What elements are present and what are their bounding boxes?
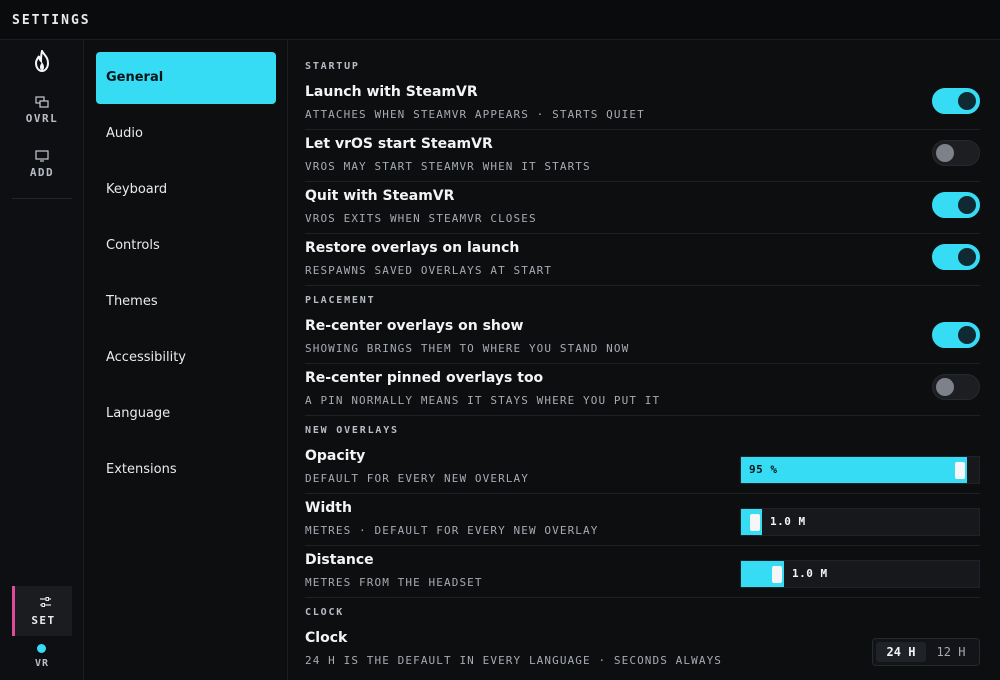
setting-label: Launch with SteamVR — [305, 84, 478, 100]
recenter-on-show-toggle[interactable] — [932, 322, 980, 348]
nav-item-language[interactable]: Language — [96, 388, 276, 440]
toggle-knob — [958, 326, 976, 344]
clock-option-24h[interactable]: 24 H — [876, 642, 926, 662]
setting-label: Quit with SteamVR — [305, 188, 455, 204]
setting-description: METRES · DEFAULT FOR EVERY NEW OVERLAY — [305, 524, 599, 537]
opacity-slider[interactable]: 95 % — [740, 456, 980, 484]
nav-item-keyboard[interactable]: Keyboard — [96, 164, 276, 216]
clock-option-12h[interactable]: 12 H — [926, 642, 976, 662]
setting-label: Re-center overlays on show — [305, 318, 524, 334]
setting-row-width: Width METRES · DEFAULT FOR EVERY NEW OVE… — [305, 494, 980, 546]
settings-content: STARTUP Launch with SteamVR ATTACHES WHE… — [289, 40, 1000, 680]
setting-label: Width — [305, 500, 352, 516]
setting-label: Clock — [305, 630, 348, 646]
setting-label: Restore overlays on launch — [305, 240, 520, 256]
toggle-knob — [936, 144, 954, 162]
settings-nav: General Audio Keyboard Controls Themes A… — [84, 40, 288, 680]
setting-row-quit: Quit with SteamVR VROS EXITS WHEN STEAMV… — [305, 182, 980, 234]
setting-description: VROS MAY START STEAMVR WHEN IT STARTS — [305, 160, 591, 173]
sliders-icon — [40, 597, 51, 607]
setting-row-recenter: Re-center overlays on show SHOWING BRING… — [305, 312, 980, 364]
setting-row-recenter-pinned: Re-center pinned overlays too A PIN NORM… — [305, 364, 980, 416]
slider-thumb[interactable] — [750, 514, 760, 531]
setting-description: RESPAWNS SAVED OVERLAYS AT START — [305, 264, 553, 277]
section-header-new-overlays: NEW OVERLAYS — [305, 425, 399, 436]
nav-item-audio[interactable]: Audio — [96, 108, 276, 160]
slider-thumb[interactable] — [955, 462, 965, 479]
section-header-clock: CLOCK — [305, 607, 345, 618]
title-bar: SETTINGS — [0, 0, 1000, 40]
vr-status-label: VR — [34, 658, 50, 669]
rail-item-overlays[interactable]: OVRL — [0, 96, 84, 125]
width-slider[interactable]: 1.0 M — [740, 508, 980, 536]
setting-label: Re-center pinned overlays too — [305, 370, 544, 386]
vr-status-dot — [37, 644, 46, 653]
slider-value: 95 % — [749, 463, 778, 476]
nav-item-general[interactable]: General — [96, 52, 276, 104]
window-title: SETTINGS — [12, 13, 91, 28]
setting-row-opacity: Opacity DEFAULT FOR EVERY NEW OVERLAY 95… — [305, 442, 980, 494]
toggle-knob — [958, 248, 976, 266]
setting-description: DEFAULT FOR EVERY NEW OVERLAY — [305, 472, 529, 485]
toggle-knob — [958, 196, 976, 214]
distance-slider[interactable]: 1.0 M — [740, 560, 980, 588]
monitor-icon — [35, 150, 49, 162]
setting-label: Distance — [305, 552, 374, 568]
setting-description: SHOWING BRINGS THEM TO WHERE YOU STAND N… — [305, 342, 630, 355]
setting-description: 24 H IS THE DEFAULT IN EVERY LANGUAGE · … — [305, 654, 723, 667]
toggle-knob — [936, 378, 954, 396]
rail-item-add[interactable]: ADD — [0, 150, 84, 179]
slider-thumb[interactable] — [772, 566, 782, 583]
rail-item-add-label: ADD — [29, 166, 55, 179]
setting-row-clock: Clock 24 H IS THE DEFAULT IN EVERY LANGU… — [305, 624, 980, 676]
section-header-placement: PLACEMENT — [305, 295, 376, 306]
nav-item-themes[interactable]: Themes — [96, 276, 276, 328]
setting-row-let-start: Let vrOS start SteamVR VROS MAY START ST… — [305, 130, 980, 182]
section-header-startup: STARTUP — [305, 61, 360, 72]
clock-format-selector[interactable]: 24 H 12 H — [872, 638, 980, 666]
slider-value: 1.0 M — [770, 515, 806, 528]
setting-description: A PIN NORMALLY MEANS IT STAYS WHERE YOU … — [305, 394, 661, 407]
setting-row-restore: Restore overlays on launch RESPAWNS SAVE… — [305, 234, 980, 286]
rail-item-overlays-label: OVRL — [25, 112, 59, 125]
slider-value: 1.0 M — [792, 567, 828, 580]
rail-divider — [12, 198, 72, 199]
rail-item-settings-label: SET — [31, 614, 56, 627]
recenter-pinned-toggle[interactable] — [932, 374, 980, 400]
overlays-icon — [35, 96, 49, 108]
setting-row-distance: Distance METRES FROM THE HEADSET 1.0 M — [305, 546, 980, 598]
setting-label: Opacity — [305, 448, 366, 464]
launch-with-steamvr-toggle[interactable] — [932, 88, 980, 114]
nav-item-accessibility[interactable]: Accessibility — [96, 332, 276, 384]
quit-with-steamvr-toggle[interactable] — [932, 192, 980, 218]
nav-item-controls[interactable]: Controls — [96, 220, 276, 272]
toggle-knob — [958, 92, 976, 110]
setting-description: ATTACHES WHEN STEAMVR APPEARS · STARTS Q… — [305, 108, 645, 121]
app-rail: OVRL ADD SET VR — [0, 40, 84, 680]
nav-item-extensions[interactable]: Extensions — [96, 444, 276, 496]
setting-description: METRES FROM THE HEADSET — [305, 576, 483, 589]
setting-row-launch: Launch with SteamVR ATTACHES WHEN STEAMV… — [305, 78, 980, 130]
setting-label: Let vrOS start SteamVR — [305, 136, 493, 152]
setting-description: VROS EXITS WHEN STEAMVR CLOSES — [305, 212, 537, 225]
flame-logo-icon — [34, 50, 50, 72]
let-vros-start-steamvr-toggle[interactable] — [932, 140, 980, 166]
restore-overlays-toggle[interactable] — [932, 244, 980, 270]
rail-item-settings[interactable]: SET — [12, 586, 72, 636]
